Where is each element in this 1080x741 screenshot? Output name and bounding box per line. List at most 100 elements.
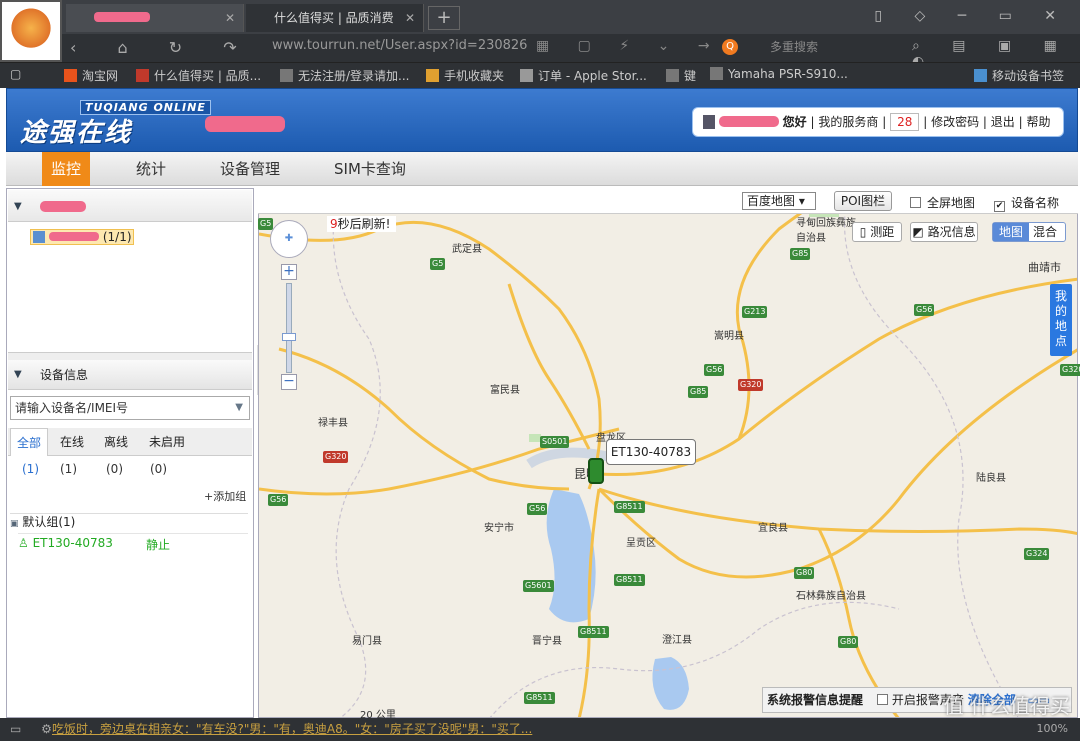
message-count-badge[interactable]: 28 bbox=[890, 113, 920, 131]
news-ticker[interactable]: 吃饭时，旁边桌在相亲女："有车没?"男："有，奥迪A8。"女："房子买了没呢"男… bbox=[52, 722, 532, 736]
tab-online[interactable]: 在线 bbox=[54, 428, 90, 456]
user-avatar-icon bbox=[703, 115, 715, 129]
device-search-input[interactable]: 请输入设备名/IMEI号 ▼ bbox=[10, 396, 250, 420]
map-type-switch[interactable]: 地图 混合 bbox=[992, 222, 1066, 242]
redacted-node bbox=[49, 232, 99, 241]
address-bar[interactable]: www.tourrun.net/User.aspx?id=230826 bbox=[272, 38, 527, 53]
collapse-arrow-icon[interactable]: ▼ bbox=[14, 360, 22, 390]
address-bar-icons[interactable]: ▦ ▢ ⚡ ⌄ → bbox=[536, 38, 722, 54]
bookmark-item[interactable]: Yamaha PSR-S910... bbox=[710, 67, 848, 81]
window-controls[interactable]: ▯ ◇ ─ ▭ ✕ bbox=[874, 8, 1070, 24]
tab-title: 什么值得买 | 品质消费 bbox=[274, 11, 394, 25]
device-state: 静止 bbox=[146, 538, 171, 552]
fullscreen-checkbox[interactable]: 全屏地图 bbox=[910, 194, 975, 211]
zoom-in-button[interactable]: + bbox=[281, 264, 297, 280]
map-type-map[interactable]: 地图 bbox=[993, 223, 1029, 241]
redacted-account bbox=[40, 201, 86, 212]
vehicle-marker-icon[interactable] bbox=[588, 458, 604, 484]
greeting: 您好 bbox=[782, 115, 807, 129]
map-label: 石林彝族自治县 bbox=[796, 591, 866, 602]
poi-button[interactable]: POI图栏 bbox=[834, 191, 892, 211]
traffic-icon: ◩ bbox=[912, 225, 924, 239]
logo-chinese: 途强在线 bbox=[20, 118, 133, 148]
road-shield: G213 bbox=[742, 306, 768, 318]
road-shield: G320 bbox=[323, 451, 349, 463]
group-row[interactable]: ▣ 默认组(1) bbox=[10, 513, 248, 531]
map-type-hybrid[interactable]: 混合 bbox=[1029, 225, 1057, 239]
status-icons[interactable]: ▭ ⚙ bbox=[10, 718, 60, 741]
collapse-arrow-icon[interactable]: ▼ bbox=[14, 201, 22, 212]
menu-statistics[interactable]: 统计 bbox=[136, 152, 166, 186]
bookmark-item[interactable]: 移动设备书签 bbox=[974, 67, 1064, 84]
map-label: 曲靖市 bbox=[1028, 261, 1061, 274]
bookmark-item[interactable]: 手机收藏夹 bbox=[426, 67, 504, 84]
measure-button[interactable]: ▯ 测距 bbox=[852, 222, 902, 242]
map-label: 禄丰县 bbox=[318, 418, 348, 429]
my-location-button[interactable]: 我的地点 bbox=[1050, 284, 1072, 356]
close-icon[interactable]: ✕ bbox=[225, 4, 235, 32]
road-shield: G320 bbox=[1060, 364, 1080, 376]
panel-splitter[interactable] bbox=[8, 352, 252, 360]
road-shield: G56 bbox=[704, 364, 725, 376]
alarm-sound-checkbox[interactable] bbox=[876, 694, 888, 705]
bookmark-item[interactable]: 订单 - Apple Stor... bbox=[520, 67, 647, 84]
traffic-button[interactable]: ◩ 路况信息 bbox=[910, 222, 978, 242]
bookmark-item[interactable]: 无法注册/登录请加... bbox=[280, 67, 410, 84]
bookmark-item[interactable]: 淘宝网 bbox=[64, 67, 118, 84]
bookmark-item[interactable]: 什么值得买 | 品质... bbox=[136, 67, 261, 84]
add-group-button[interactable]: +添加组 bbox=[204, 488, 246, 504]
checkbox-icon[interactable] bbox=[910, 197, 921, 208]
new-tab-button[interactable]: + bbox=[428, 6, 460, 30]
zoom-slider-track[interactable] bbox=[286, 283, 292, 373]
status-bar: ▭ ⚙ 吃饭时，旁边桌在相亲女："有车没?"男："有，奥迪A8。"女："房子买了… bbox=[0, 718, 1080, 741]
count-all: (1) bbox=[22, 462, 39, 476]
account-tree-node[interactable]: (1/1) bbox=[30, 229, 134, 245]
map-label: 陆良县 bbox=[976, 473, 1006, 484]
help-link[interactable]: 帮助 bbox=[1027, 115, 1051, 129]
nav-buttons[interactable]: ‹ ⌂ ↻ ↷ bbox=[70, 38, 255, 57]
browser-tab-1[interactable]: ✕ bbox=[66, 4, 244, 32]
road-shield: G56 bbox=[268, 494, 289, 506]
menu-sim-query[interactable]: SIM卡查询 bbox=[334, 152, 406, 186]
main-menu bbox=[6, 152, 1078, 186]
device-name-checkbox[interactable]: ✔ 设备名称 bbox=[994, 194, 1059, 212]
menu-device-management[interactable]: 设备管理 bbox=[220, 152, 280, 186]
road-shield: G324 bbox=[1024, 548, 1050, 560]
redacted-username bbox=[718, 116, 779, 127]
user-panel: 您好 | 我的服务商 | 28 | 修改密码 | 退出 | 帮助 bbox=[692, 107, 1064, 137]
menu-monitor[interactable]: 监控 bbox=[42, 152, 90, 186]
zoom-slider-thumb[interactable] bbox=[282, 333, 296, 341]
dropdown-arrow-icon[interactable]: ▼ bbox=[235, 397, 243, 419]
checkbox-checked-icon[interactable]: ✔ bbox=[994, 201, 1005, 212]
tab-inactive[interactable]: 未启用 bbox=[144, 428, 190, 456]
bookmark-item[interactable]: 键 bbox=[666, 67, 696, 84]
bookmarks-icon[interactable]: ▢ bbox=[10, 67, 21, 81]
zoom-out-button[interactable]: − bbox=[281, 374, 297, 390]
watermark: 值 什么值得买 bbox=[943, 694, 1070, 718]
tab-offline[interactable]: 离线 bbox=[98, 428, 134, 456]
close-icon[interactable]: ✕ bbox=[405, 4, 415, 32]
expand-icon[interactable]: ▣ bbox=[10, 519, 19, 529]
browser-avatar[interactable] bbox=[0, 0, 62, 62]
search-engine-icon[interactable]: Q bbox=[722, 39, 738, 55]
service-provider-link[interactable]: 我的服务商 bbox=[818, 115, 878, 129]
road-shield: G8511 bbox=[578, 626, 609, 638]
road-shield: G80 bbox=[794, 567, 815, 579]
road-shield: G5 bbox=[430, 258, 446, 270]
map-label: 寻甸回族彝族自治县 bbox=[796, 218, 856, 244]
search-input[interactable]: Q 多重搜索 bbox=[718, 36, 900, 58]
pan-control-icon[interactable]: ✚ bbox=[270, 220, 308, 258]
road-shield: G85 bbox=[790, 248, 811, 260]
logout-link[interactable]: 退出 bbox=[991, 115, 1015, 129]
browser-tab-2[interactable]: 什么值得买 | 品质消费 ✕ bbox=[246, 4, 424, 32]
person-icon: ♙ bbox=[18, 536, 29, 550]
road-shield: G80 bbox=[838, 636, 859, 648]
device-row[interactable]: ♙ ET130-40783 静止 bbox=[18, 533, 248, 552]
map-provider-select[interactable]: 百度地图 ▾ bbox=[742, 192, 816, 210]
change-password-link[interactable]: 修改密码 bbox=[931, 115, 979, 129]
tab-all[interactable]: 全部 bbox=[10, 428, 48, 456]
zoom-level[interactable]: 100% bbox=[1037, 722, 1068, 735]
refresh-countdown: 9秒后刷新! bbox=[327, 216, 397, 232]
road-shield: G56 bbox=[914, 304, 935, 316]
count-inactive: (0) bbox=[150, 462, 167, 476]
